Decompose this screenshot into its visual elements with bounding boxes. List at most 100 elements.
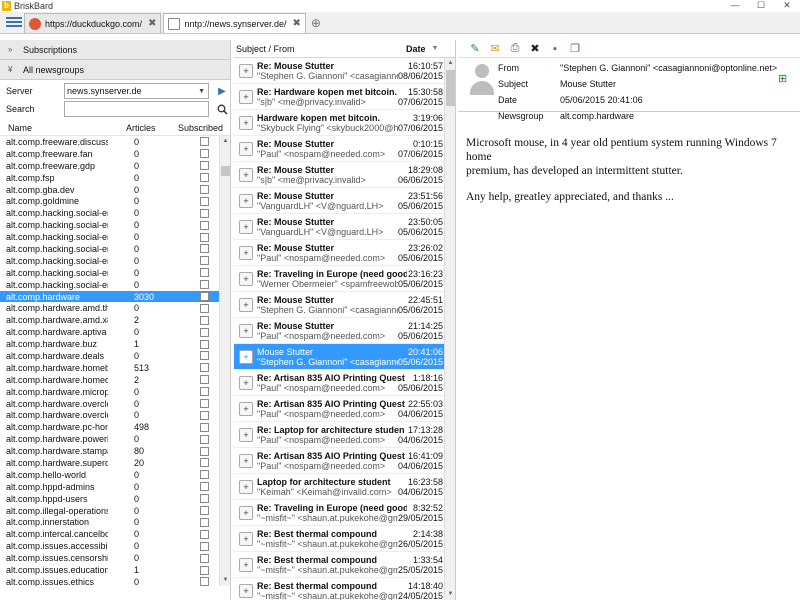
subscribe-checkbox[interactable] (200, 280, 209, 290)
message-row[interactable]: + Re: Mouse Stutter 23:50:05 "VanguardLH" <… (234, 214, 455, 240)
message-expand-icon[interactable]: + (239, 63, 253, 78)
subscribe-checkbox[interactable] (200, 529, 209, 539)
message-row[interactable]: + Mouse Stutter 20:41:06 "Stephen G. Gianno… (234, 344, 455, 370)
newsgroup-row[interactable]: alt.comp.intercal.cancelbots 0 (0, 528, 230, 540)
message-expand-icon[interactable]: + (239, 401, 253, 416)
save-icon[interactable]: ▪ (548, 42, 562, 56)
newsgroup-row[interactable]: alt.comp.hardware.amd.thu 0 (0, 302, 230, 314)
message-row[interactable]: + Hardware kopen met bitcoin. 3:19:06 "Skyb… (234, 110, 455, 136)
newsgroup-row[interactable]: alt.comp.hacking.social-engi 0 (0, 219, 230, 231)
subscribe-checkbox[interactable] (200, 161, 209, 171)
message-expand-icon[interactable]: + (239, 167, 253, 182)
subscribe-checkbox[interactable] (200, 292, 209, 302)
subscribe-checkbox[interactable] (200, 315, 209, 325)
newsgroup-row[interactable]: alt.comp.hacking.social-engi 0 (0, 267, 230, 279)
message-expand-icon[interactable]: + (239, 557, 253, 572)
newsgroup-row[interactable]: alt.comp.freeware.fan 0 (0, 148, 230, 160)
subscribe-checkbox[interactable] (200, 244, 209, 254)
message-row[interactable]: + Re: Traveling in Europe (need good 8:32:… (234, 500, 455, 526)
subscribe-checkbox[interactable] (200, 351, 209, 361)
newsgroup-row[interactable]: alt.comp.freeware.gdp 0 (0, 160, 230, 172)
tab-nntp[interactable]: nntp://news.synserver.de/ ✖ (163, 13, 306, 33)
message-expand-icon[interactable]: + (239, 89, 253, 104)
message-expand-icon[interactable]: + (239, 453, 253, 468)
message-expand-icon[interactable]: + (239, 141, 253, 156)
scroll-down-icon[interactable]: ▼ (445, 589, 455, 600)
subscribe-checkbox[interactable] (200, 149, 209, 159)
newsgroup-row[interactable]: alt.comp.hardware.superdis 20 (0, 457, 230, 469)
minimize-button[interactable]: — (722, 0, 748, 12)
message-expand-icon[interactable]: + (239, 531, 253, 546)
subscriptions-header[interactable]: » Subscriptions (0, 40, 230, 60)
subscribe-checkbox[interactable] (200, 220, 209, 230)
message-row[interactable]: + Re: Hardware kopen met bitcoin. 15:30:58… (234, 84, 455, 110)
messages-scrollbar[interactable]: ▲ ▼ (444, 58, 455, 600)
newsgroup-row[interactable]: alt.comp.hardware.overcloc 0 (0, 409, 230, 421)
message-row[interactable]: + Re: Best thermal compound 1:33:54 "~misfi… (234, 552, 455, 578)
message-row[interactable]: + Re: Laptop for architecture studen 17:13… (234, 422, 455, 448)
message-row[interactable]: + Re: Best thermal compound 2:14:38 "~misfi… (234, 526, 455, 552)
column-subject-from[interactable]: Subject / From (236, 44, 406, 54)
newsgroup-row[interactable]: alt.comp.fsp 0 (0, 172, 230, 184)
message-row[interactable]: + Re: Artisan 835 AIO Printing Quest 1:18:… (234, 370, 455, 396)
newsgroup-row[interactable]: alt.comp.hardware.pc-home 498 (0, 421, 230, 433)
reply-icon[interactable]: ✉ (488, 42, 502, 56)
delete-icon[interactable]: ✖ (528, 42, 542, 56)
newsgroup-row[interactable]: alt.comp.issues.ethics 0 (0, 576, 230, 586)
column-name[interactable]: Name (8, 123, 126, 133)
forward-icon[interactable]: ❐ (568, 42, 582, 56)
groups-scrollbar[interactable]: ▲ ▼ (219, 136, 230, 586)
newsgroup-row[interactable]: alt.comp.hardware.homedes 2 (0, 374, 230, 386)
search-icon[interactable] (215, 102, 229, 116)
newsgroup-row[interactable]: alt.comp.goldmine 0 (0, 195, 230, 207)
newsgroup-row[interactable]: alt.comp.hardware.micropro 0 (0, 386, 230, 398)
subscribe-checkbox[interactable] (200, 553, 209, 563)
tab-close-icon[interactable]: ✖ (293, 18, 301, 29)
newsgroup-row[interactable]: alt.comp.illegal-operations.p 0 (0, 505, 230, 517)
newsgroup-row[interactable]: alt.comp.hardware.buz 1 (0, 338, 230, 350)
scroll-up-icon[interactable]: ▲ (445, 58, 455, 69)
maximize-button[interactable]: ☐ (748, 0, 774, 12)
newsgroup-row[interactable]: alt.comp.hello-world 0 (0, 469, 230, 481)
subscribe-checkbox[interactable] (200, 422, 209, 432)
tab-duckduckgo[interactable]: https://duckduckgo.com/ ✖ (24, 13, 162, 33)
subscribe-checkbox[interactable] (200, 470, 209, 480)
new-tab-button[interactable]: ⊕ (308, 14, 324, 32)
scroll-up-icon[interactable]: ▲ (220, 136, 230, 147)
message-expand-icon[interactable]: + (239, 427, 253, 442)
scroll-down-icon[interactable]: ▼ (220, 575, 230, 586)
subscribe-checkbox[interactable] (200, 375, 209, 385)
newsgroup-row[interactable]: alt.comp.hardware.overcloc 0 (0, 398, 230, 410)
message-row[interactable]: + Re: Mouse Stutter 16:10:57 "Stephen G. Gi… (234, 58, 455, 84)
subscribe-checkbox[interactable] (200, 268, 209, 278)
newsgroup-row[interactable]: alt.comp.issues.censorship 0 (0, 552, 230, 564)
refresh-server-icon[interactable]: ▶ (215, 84, 229, 98)
message-expand-icon[interactable]: + (239, 245, 253, 260)
subscribe-checkbox[interactable] (200, 494, 209, 504)
subscribe-checkbox[interactable] (200, 434, 209, 444)
newsgroup-row[interactable]: alt.comp.hppd-admins 0 (0, 481, 230, 493)
newsgroup-row[interactable]: alt.comp.hardware.deals 0 (0, 350, 230, 362)
message-expand-icon[interactable]: + (239, 115, 253, 130)
message-row[interactable]: + Re: Mouse Stutter 22:45:51 "Stephen G. Gi… (234, 292, 455, 318)
newsgroup-row[interactable]: alt.comp.hacking.social-engi 0 (0, 243, 230, 255)
message-row[interactable]: + Re: Mouse Stutter 23:26:02 "Paul" <nospam… (234, 240, 455, 266)
newsgroup-row[interactable]: alt.comp.hacking.social-engi 0 (0, 279, 230, 291)
message-row[interactable]: + Re: Mouse Stutter 21:14:25 "Paul" <nospam… (234, 318, 455, 344)
message-expand-icon[interactable]: + (239, 297, 253, 312)
subscribe-checkbox[interactable] (200, 482, 209, 492)
subscribe-checkbox[interactable] (200, 458, 209, 468)
message-expand-icon[interactable]: + (239, 349, 253, 364)
subscribe-checkbox[interactable] (200, 303, 209, 313)
message-expand-icon[interactable]: + (239, 271, 253, 286)
newsgroup-row[interactable]: alt.comp.hacking.social-engi 0 (0, 231, 230, 243)
message-row[interactable]: + Re: Traveling in Europe (need good 23:16… (234, 266, 455, 292)
subscribe-checkbox[interactable] (200, 327, 209, 337)
scroll-thumb[interactable] (221, 166, 230, 176)
newsgroup-row[interactable]: alt.comp.innerstation 0 (0, 517, 230, 529)
close-window-button[interactable]: ✕ (774, 0, 800, 12)
all-newsgroups-header[interactable]: ¥ All newsgroups (0, 60, 230, 80)
subscribe-checkbox[interactable] (200, 410, 209, 420)
newsgroup-row[interactable]: alt.comp.hacking.social-engi 0 (0, 207, 230, 219)
newsgroup-row[interactable]: alt.comp.hppd-users 0 (0, 493, 230, 505)
